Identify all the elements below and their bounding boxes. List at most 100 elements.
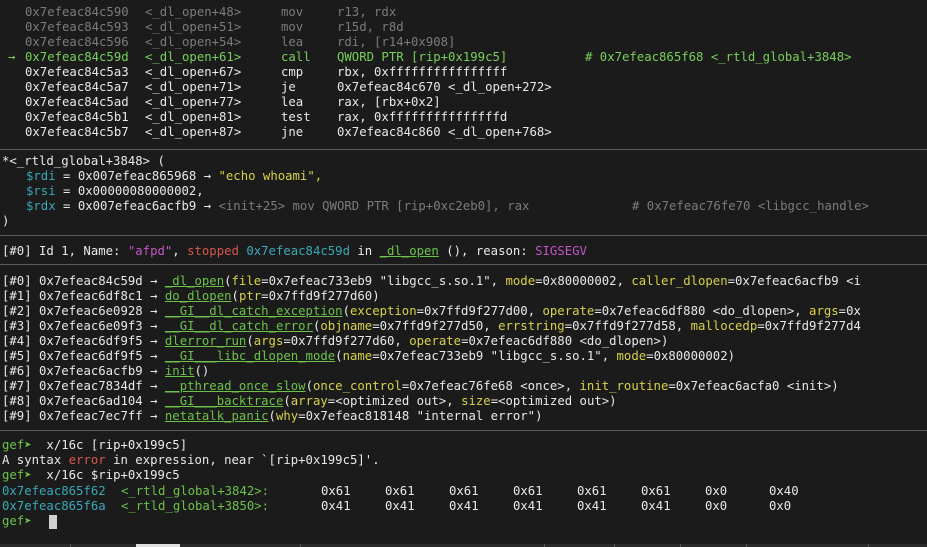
frame-arg-value: 0x7ffd9f277d00 xyxy=(424,304,528,318)
memory-byte: 0x41 xyxy=(577,499,607,513)
memory-symbol: <_rtld_global+3850>: xyxy=(121,499,269,514)
frame-close-paren: ) xyxy=(831,379,839,393)
instruction-comment: # 0x7efeac865f68 <_rtld_global+3848> xyxy=(585,50,852,64)
instruction-operands: rbx, 0xffffffffffffffff xyxy=(337,65,508,79)
instruction-address: 0x7efeac84c593 xyxy=(25,20,129,34)
arg-rdx: $rdx = 0x007efeac6acfb9 → <init+25> mov … xyxy=(26,199,869,213)
console-line-2: gef➤ x/16c $rip+0x199c5 xyxy=(2,468,180,482)
frame-index: [#6] xyxy=(2,364,32,378)
memory-byte: 0x41 xyxy=(641,499,671,513)
frame-address: 0x7efeac6acfb9 → xyxy=(31,364,165,378)
frame-arg-value: 0x7efeac6df880 <do_dlopen> xyxy=(601,304,795,318)
instruction-address: 0x7efeac84c5ad xyxy=(25,95,129,109)
frame-address: 0x7efeac6e0928 → xyxy=(31,304,165,318)
frame-index: [#9] xyxy=(2,409,32,423)
memory-byte: 0x41 xyxy=(385,499,415,513)
instruction-symbol: <_dl_open+61> xyxy=(145,50,242,64)
frame-index: [#0] xyxy=(2,274,32,288)
instruction-operands: rdi, [r14+0x908] xyxy=(337,35,456,49)
instruction-operands: rax, 0xfffffffffffffffd xyxy=(337,110,508,124)
frame-address: 0x7efeac7ec7ff → xyxy=(31,409,165,423)
memory-address: 0x7efeac865f62 xyxy=(2,484,106,498)
frame-arg-value: 0x7ffd9f277d50 xyxy=(379,319,484,333)
instruction-address: 0x7efeac84c5b1 xyxy=(25,110,129,124)
frame-arg-value: 0x7efeac733eb9 "libgcc_s.so.1" xyxy=(268,274,491,288)
instruction-symbol: <_dl_open+77> xyxy=(145,95,242,109)
thread-line: [#0] Id 1, Name: "afpd", stopped 0x7efea… xyxy=(2,244,587,258)
backtrace-frame: [#7] 0x7efeac7834df → __pthread_once_slo… xyxy=(2,379,839,393)
frame-address: 0x7efeac6ad104 → xyxy=(31,394,165,408)
console-prompt[interactable]: gef➤ xyxy=(2,514,39,529)
frame-arg-name: mallocedp xyxy=(690,319,758,333)
frame-arg-name: operate xyxy=(542,304,595,318)
frame-arg-value: 0x7efeac6acfb9 <i xyxy=(735,274,861,288)
frame-address: 0x7efeac6df9f5 → xyxy=(31,349,165,363)
frame-function[interactable]: do_dlopen xyxy=(165,289,232,303)
instruction-address: 0x7efeac84c596 xyxy=(25,35,129,49)
instruction-symbol: <_dl_open+71> xyxy=(145,80,242,94)
backtrace-frame: [#4] 0x7efeac6df9f5 → dlerror_run(args=0… xyxy=(2,334,669,348)
frame-function[interactable]: __GI___backtrace xyxy=(165,394,283,408)
instruction-address: 0x7efeac84c5a3 xyxy=(25,65,129,79)
frame-function[interactable]: dlerror_run xyxy=(165,334,246,348)
frame-arg-name: mode xyxy=(505,274,536,288)
frame-arg-name: array xyxy=(290,394,328,408)
frame-arg-name: init_routine xyxy=(579,379,669,393)
frame-arg-value: 0x xyxy=(846,304,861,318)
memory-byte: 0x61 xyxy=(513,484,543,498)
memory-byte: 0x61 xyxy=(321,484,351,498)
frame-arg-name: mode xyxy=(616,349,647,363)
instruction-mnemonic: test xyxy=(281,110,311,124)
frame-close-paren: ) xyxy=(372,289,380,303)
frame-arg-value: 0x7efeac6df880 <do_dlopen> xyxy=(468,334,661,348)
instruction-operands: r15d, r8d xyxy=(337,20,404,34)
frame-arg-name: why xyxy=(275,409,299,423)
frame-function[interactable]: __pthread_once_slow xyxy=(165,379,306,393)
frame-arg-name: name xyxy=(342,349,373,363)
frame-index: [#5] xyxy=(2,349,32,363)
instruction-operands: 0x7efeac84c670 <_dl_open+272> xyxy=(337,80,552,94)
frame-arg-name: args xyxy=(809,304,839,318)
frame-arg-name: caller_dlopen xyxy=(631,274,728,288)
instruction-mnemonic: call xyxy=(281,50,311,64)
instruction-mnemonic: lea xyxy=(281,95,304,109)
frame-function[interactable]: __GI___libc_dlopen_mode xyxy=(165,349,335,363)
divider xyxy=(0,264,927,265)
memory-address: 0x7efeac865f6a xyxy=(2,499,106,513)
terminal-window[interactable]: 0x7efeac84c590 <_dl_open+48> mov r13, rdx 0x… xyxy=(0,0,927,547)
memory-byte: 0x41 xyxy=(513,499,543,513)
instruction-operands: 0x7efeac84c860 <_dl_open+768> xyxy=(337,125,552,139)
text-cursor xyxy=(49,515,57,529)
call-closer: ) xyxy=(2,214,10,228)
memory-byte: 0x61 xyxy=(577,484,607,498)
frame-function[interactable]: netatalk_panic xyxy=(165,409,269,423)
memory-symbol-name: <_rtld_global+3842>: xyxy=(121,484,270,498)
frame-function[interactable]: __GI__dl_catch_exception xyxy=(165,304,343,318)
instruction-operands: r13, rdx xyxy=(337,5,397,19)
frame-arg-name: size xyxy=(461,394,491,408)
frame-function[interactable]: init xyxy=(165,364,195,378)
instruction-symbol: <_dl_open+81> xyxy=(145,110,242,124)
console-line-1: gef➤ x/16c [rip+0x199c5] xyxy=(2,438,188,452)
instruction-symbol: <_dl_open+67> xyxy=(145,65,242,79)
frame-function[interactable]: _dl_open xyxy=(165,274,224,288)
frame-function[interactable]: __GI__dl_catch_error xyxy=(165,319,313,333)
frame-close-paren: ) xyxy=(727,349,736,363)
frame-arg-name: exception xyxy=(349,304,417,318)
frame-arg-value: 0x7ffd9f277d4 xyxy=(764,319,861,333)
backtrace-frame: [#1] 0x7efeac6df8c1 → do_dlopen(ptr=0x7f… xyxy=(2,289,380,303)
backtrace-frame: [#2] 0x7efeac6e0928 → __GI__dl_catch_exc… xyxy=(2,304,861,318)
call-header: *<_rtld_global+3848> ( xyxy=(2,154,165,168)
console-error: A syntax error in expression, near `[rip… xyxy=(2,453,380,467)
instruction-mnemonic: mov xyxy=(281,20,304,34)
backtrace-frame: [#5] 0x7efeac6df9f5 → __GI___libc_dlopen… xyxy=(2,349,736,363)
frame-arg-name: once_control xyxy=(312,379,402,393)
frame-index: [#4] xyxy=(2,334,32,348)
frame-arg-value: 0x7efeac76fe68 <once> xyxy=(409,379,565,393)
frame-arg-name: objname xyxy=(320,319,373,333)
frame-address: 0x7efeac84c59d → xyxy=(31,274,165,288)
frame-index: [#2] xyxy=(2,304,32,318)
memory-byte: 0x61 xyxy=(641,484,671,498)
memory-byte: 0x0 xyxy=(705,484,728,498)
memory-byte: 0x41 xyxy=(449,499,479,513)
